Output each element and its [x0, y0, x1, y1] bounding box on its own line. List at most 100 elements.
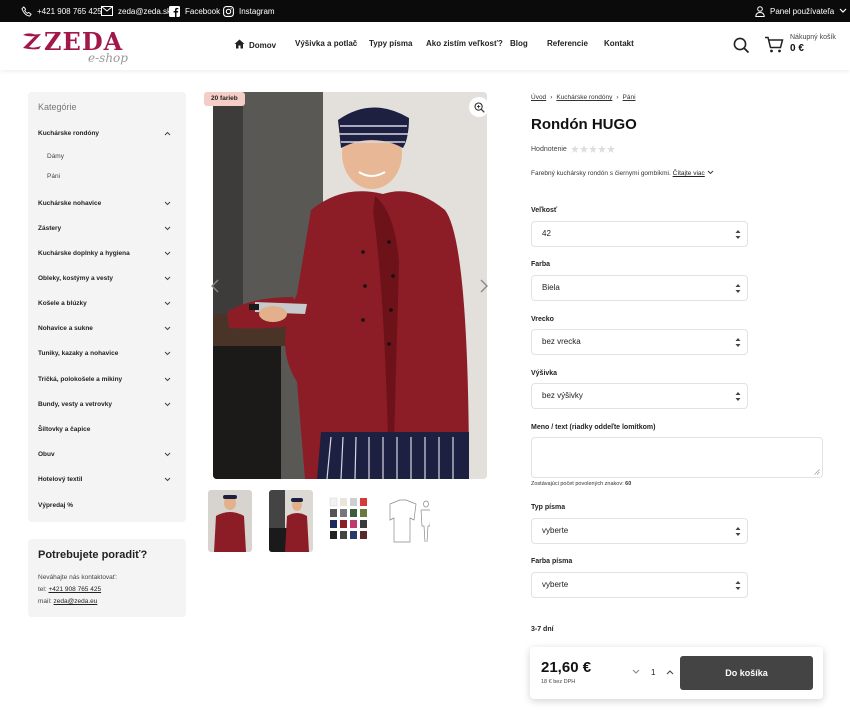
quantity-increase-icon[interactable]: [666, 669, 674, 675]
nav-item-contact[interactable]: Kontakt: [604, 39, 634, 48]
product-main-image[interactable]: [213, 92, 487, 479]
search-icon[interactable]: [733, 37, 750, 59]
quantity-decrease-icon[interactable]: [632, 669, 640, 675]
star-rating-icon[interactable]: [570, 145, 615, 153]
sidebar-item-tunics[interactable]: Tuniky, kazaky a nohavice: [38, 350, 118, 357]
select-arrows-icon: [735, 230, 741, 239]
remaining-chars-note: Zostávajúci počet povolených znakov: 60: [531, 481, 631, 487]
sidebar-item-trousers-skirts[interactable]: Nohavice a sukne: [38, 325, 93, 332]
thumbnail[interactable]: [269, 490, 313, 552]
instagram-icon: [223, 5, 234, 17]
nav-label: Výšivka a potlač: [295, 39, 358, 48]
nav-label: Typy písma: [369, 39, 413, 48]
product-description: Farebný kuchársky rondón s čiernymi gomb…: [531, 170, 714, 177]
help-phone: tel: +421 908 765 425: [38, 586, 101, 593]
help-text: Neváhajte nás kontaktovať:: [38, 574, 118, 581]
chevron-down-icon[interactable]: [164, 477, 171, 482]
sidebar-item-shirts[interactable]: Košele a blúzky: [38, 300, 87, 307]
phone-link[interactable]: +421 908 765 425: [21, 0, 102, 22]
chevron-down-icon[interactable]: [164, 301, 171, 306]
nav-item-size-guide[interactable]: Ako zistím veľkosť?: [426, 39, 503, 48]
phone-text: +421 908 765 425: [37, 6, 102, 16]
font-color-select[interactable]: vyberte: [531, 572, 748, 598]
chevron-left-icon[interactable]: [210, 279, 220, 293]
email-link[interactable]: zeda@zeda.sk: [101, 0, 171, 22]
size-select[interactable]: 42: [531, 221, 748, 247]
select-arrows-icon: [735, 392, 741, 401]
name-text-input[interactable]: [531, 437, 823, 478]
facebook-link[interactable]: Facebook: [169, 0, 220, 22]
chevron-down-icon: [839, 8, 847, 14]
home-icon: [234, 39, 245, 51]
nav-item-blog[interactable]: Blog: [510, 39, 528, 48]
chevron-right-icon[interactable]: [479, 279, 489, 293]
sidebar-subitem-men[interactable]: Páni: [47, 173, 60, 180]
cart-icon[interactable]: [764, 36, 784, 59]
help-mail-link[interactable]: zeda@zeda.eu: [54, 598, 98, 605]
sidebar-title: Kategórie: [38, 102, 77, 112]
select-arrows-icon: [735, 338, 741, 347]
remaining-chars-text: Zostávajúci počet povolených znakov:: [531, 481, 624, 487]
nav-item-fonts[interactable]: Typy písma: [369, 39, 412, 48]
font-color-label: Farba písma: [531, 558, 573, 565]
nav-item-embroidery[interactable]: Výšivka a potlač: [295, 39, 357, 48]
sidebar-item-shoes[interactable]: Obuv: [38, 451, 55, 458]
chevron-down-icon[interactable]: [164, 276, 171, 281]
read-more-link[interactable]: Čítajte viac: [673, 170, 705, 177]
help-phone-link[interactable]: +421 908 765 425: [48, 586, 101, 593]
chevron-down-icon[interactable]: [164, 226, 171, 231]
user-panel-link[interactable]: Panel používateľa: [755, 0, 847, 22]
sidebar-item-jackets[interactable]: Bundy, vesty a vetrovky: [38, 401, 112, 408]
zoom-button[interactable]: [469, 97, 489, 117]
thumbnail[interactable]: [208, 490, 252, 552]
chevron-up-icon[interactable]: [164, 131, 171, 136]
logo[interactable]: ZEDA e-shop: [20, 27, 140, 67]
sidebar-item-chef-jackets[interactable]: Kuchárske rondóny: [38, 130, 99, 137]
chevron-down-icon[interactable]: [164, 351, 171, 356]
sidebar-item-suits[interactable]: Obleky, kostýmy a vesty: [38, 275, 113, 282]
embroidery-select[interactable]: bez výšivky: [531, 383, 748, 409]
nav-label: Kontakt: [604, 39, 634, 48]
chevron-down-icon[interactable]: [164, 452, 171, 457]
thumbnail-size-diagram[interactable]: [386, 490, 430, 552]
color-label: Farba: [531, 261, 551, 268]
email-text: zeda@zeda.sk: [118, 6, 172, 16]
font-type-select[interactable]: vyberte: [531, 518, 748, 544]
add-to-cart-button[interactable]: Do košíka: [680, 656, 813, 690]
product-title: Rondón HUGO: [531, 116, 637, 133]
thumbnail-color-chart[interactable]: [328, 490, 372, 552]
resize-handle-icon[interactable]: [814, 469, 820, 475]
rating-label: Hodnotenie: [531, 145, 567, 153]
select-arrows-icon: [735, 527, 741, 536]
instagram-link[interactable]: Instagram: [223, 0, 275, 22]
sidebar-item-chef-trousers[interactable]: Kuchárske nohavice: [38, 200, 101, 207]
quantity-value[interactable]: 1: [651, 668, 655, 677]
cart-summary[interactable]: Nákupný košík 0 €: [790, 34, 836, 54]
name-text-label: Meno / text (riadky oddeľte lomítkom): [531, 424, 656, 431]
pocket-select[interactable]: bez vrecka: [531, 329, 748, 355]
breadcrumb: Úvod › Kuchárske rondóny › Páni: [531, 94, 636, 101]
color-count-badge: 20 farieb: [204, 92, 245, 106]
user-panel-text: Panel používateľa: [770, 6, 835, 16]
chevron-down-icon[interactable]: [164, 402, 171, 407]
chevron-down-icon[interactable]: [164, 377, 171, 382]
chevron-down-icon[interactable]: [164, 251, 171, 256]
breadcrumb-category[interactable]: Kuchárske rondóny: [556, 94, 612, 101]
chevron-down-icon[interactable]: [164, 326, 171, 331]
breadcrumb-home[interactable]: Úvod: [531, 94, 546, 101]
sidebar-item-caps[interactable]: Šiltovky a čapice: [38, 426, 90, 433]
sidebar-item-hotel-textile[interactable]: Hotelový textil: [38, 476, 82, 483]
product-price: 21,60 €: [541, 659, 592, 676]
nav-label: Ako zistím veľkosť?: [426, 39, 503, 48]
sidebar-item-accessories[interactable]: Kuchárske doplnky a hygiena: [38, 250, 130, 257]
sidebar-subitem-women[interactable]: Dámy: [47, 153, 64, 160]
sidebar-item-aprons[interactable]: Zástery: [38, 225, 61, 232]
sidebar-item-sale[interactable]: Výpredaj %: [38, 502, 73, 509]
nav-item-home[interactable]: Domov: [234, 39, 276, 51]
nav-item-references[interactable]: Referencie: [547, 39, 588, 48]
chevron-down-icon[interactable]: [164, 201, 171, 206]
breadcrumb-subcategory[interactable]: Páni: [623, 94, 636, 101]
category-sidebar: Kategórie Kuchárske rondóny Dámy Páni Ku…: [28, 92, 186, 522]
sidebar-item-tshirts[interactable]: Tričká, polokošele a mikiny: [38, 376, 122, 383]
color-select[interactable]: Biela: [531, 275, 748, 301]
